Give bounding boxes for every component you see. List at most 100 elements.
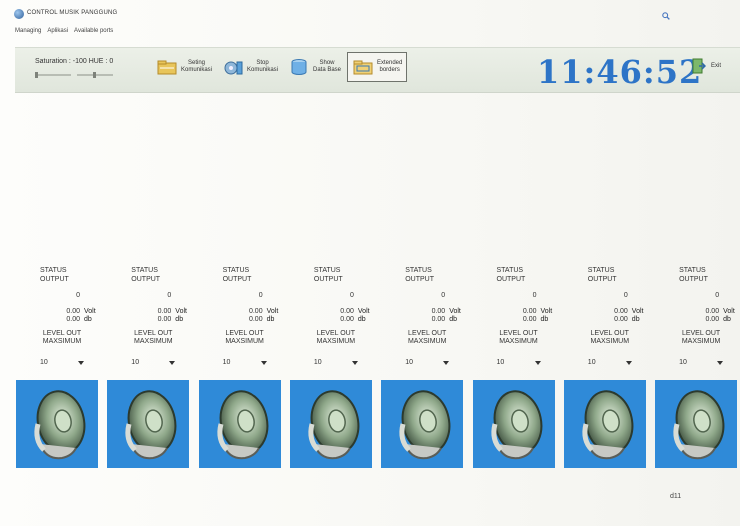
speaker-icon xyxy=(308,390,360,460)
menu-item-managing[interactable]: Managing xyxy=(15,28,41,38)
status-label-line2: OUTPUT xyxy=(131,276,161,283)
level-select[interactable]: 10 xyxy=(28,356,92,369)
status-label-line1: STATUS xyxy=(222,267,250,274)
db-value: 0.00 xyxy=(522,316,537,323)
app-globe-icon xyxy=(14,9,24,19)
level-select-value: 10 xyxy=(222,359,231,366)
search-icon[interactable] xyxy=(662,12,670,20)
speaker-button[interactable] xyxy=(16,380,98,468)
speaker-button[interactable] xyxy=(563,380,646,468)
db-unit: db xyxy=(84,316,92,323)
level-label-line2: MAXSIMUM xyxy=(316,338,356,345)
volt-unit: Volt xyxy=(84,308,96,315)
status-label-line1: STATUS xyxy=(679,267,706,274)
status-label-line2: OUTPUT xyxy=(679,276,708,283)
app-window: CONTROL MUSIK PANGGUNG Managing Aplikasi… xyxy=(0,0,740,526)
level-out-label: LEVEL OUT MAXSIMUM xyxy=(405,330,449,346)
status-label-line1: STATUS xyxy=(313,267,341,274)
volt-value: 0.00 xyxy=(522,308,537,315)
status-output-label: STATUS OUTPUT xyxy=(679,266,708,284)
speaker-button[interactable] xyxy=(655,380,738,468)
level-out-label: LEVEL OUT MAXSIMUM xyxy=(131,330,175,346)
level-select[interactable]: 10 xyxy=(302,356,366,369)
db-value: 0.00 xyxy=(431,316,446,323)
level-label-line2: MAXSIMUM xyxy=(499,338,538,345)
status-label-line1: STATUS xyxy=(405,267,432,274)
seting-komunikasi-label-2: Komunikasi xyxy=(181,67,213,73)
speaker-button[interactable] xyxy=(381,380,464,468)
volt-unit: Volt xyxy=(266,308,279,315)
level-select-value: 10 xyxy=(679,359,687,366)
menu-item-available-ports[interactable]: Available ports xyxy=(74,28,113,38)
level-select[interactable]: 10 xyxy=(119,356,183,369)
level-select-value: 10 xyxy=(587,359,596,366)
speaker-icon xyxy=(673,390,725,460)
level-select[interactable]: 10 xyxy=(393,356,457,369)
db-unit: db xyxy=(357,316,366,323)
level-label-line1: LEVEL OUT xyxy=(316,330,356,337)
status-label-line2: OUTPUT xyxy=(40,276,69,283)
gear-stop-icon xyxy=(222,58,244,76)
level-label-line1: LEVEL OUT xyxy=(590,330,629,337)
db-value: 0.00 xyxy=(66,316,80,323)
level-label-line2: MAXSIMUM xyxy=(225,338,264,345)
speaker-icon xyxy=(125,390,177,460)
status-label-line2: OUTPUT xyxy=(313,276,343,283)
level-select[interactable]: 10 xyxy=(667,356,731,369)
channel-strip-3: STATUS OUTPUT 0 0.00 Volt 0.00 db LEVEL O… xyxy=(198,264,291,470)
speaker-button[interactable] xyxy=(107,380,190,468)
volt-unit: Volt xyxy=(357,308,370,315)
window-title: CONTROL MUSIK PANGGUNG xyxy=(27,10,118,16)
status-label-line1: STATUS xyxy=(587,267,615,274)
status-output-label: STATUS OUTPUT xyxy=(405,266,434,284)
level-out-label: LEVEL OUT MAXSIMUM xyxy=(679,330,723,346)
menu-item-aplikasi[interactable]: Aplikasi xyxy=(47,28,68,38)
saturation-hue-label: Saturation : -100 HUE : 0 xyxy=(35,58,114,65)
channel-strip-1: STATUS OUTPUT 0 0.00 Volt 0.00 db LEVEL O… xyxy=(16,264,108,470)
level-out-label: LEVEL OUT MAXSIMUM xyxy=(223,330,267,346)
speaker-button[interactable] xyxy=(289,380,372,468)
speaker-button[interactable] xyxy=(198,380,281,468)
exit-label: Exit xyxy=(711,63,722,69)
level-select[interactable]: 10 xyxy=(211,356,275,369)
stop-komunikasi-button[interactable]: Stop Komunikasi xyxy=(222,52,278,82)
speaker-icon xyxy=(399,390,451,460)
show-database-label-2: Data Base xyxy=(313,67,342,73)
level-label-line2: MAXSIMUM xyxy=(590,338,630,345)
volt-value: 0.00 xyxy=(340,308,354,315)
channel-strip-6: STATUS OUTPUT 0 0.00 Volt 0.00 db LEVEL O… xyxy=(472,264,565,470)
status-label-line1: STATUS xyxy=(496,267,524,274)
level-select[interactable]: 10 xyxy=(576,356,640,369)
output-value: 0 xyxy=(532,292,537,299)
toolbar: Saturation : -100 HUE : 0 Seting Komunika… xyxy=(15,47,740,93)
hue-slider[interactable] xyxy=(77,72,113,78)
extended-borders-button[interactable]: Extended borders xyxy=(347,52,408,82)
show-database-label-1: Show xyxy=(319,60,335,66)
output-value: 0 xyxy=(715,292,720,299)
volt-unit: Volt xyxy=(723,308,735,315)
status-label-line1: STATUS xyxy=(40,267,67,274)
level-select[interactable]: 10 xyxy=(485,356,549,369)
title-bar: CONTROL MUSIK PANGGUNG xyxy=(0,0,740,24)
status-output-label: STATUS OUTPUT xyxy=(40,266,69,284)
seting-komunikasi-label-1: Seting xyxy=(188,60,206,66)
show-database-button[interactable]: Show Data Base xyxy=(288,52,341,82)
seting-komunikasi-button[interactable]: Seting Komunikasi xyxy=(156,52,212,82)
output-value: 0 xyxy=(349,292,354,299)
database-icon xyxy=(288,58,310,76)
saturation-slider[interactable] xyxy=(35,72,71,78)
chevron-down-icon xyxy=(625,361,632,365)
level-out-label: LEVEL OUT MAXSIMUM xyxy=(314,330,358,346)
status-output-label: STATUS OUTPUT xyxy=(223,266,252,284)
level-label-line2: MAXSIMUM xyxy=(134,338,173,345)
chevron-down-icon xyxy=(169,361,176,365)
status-output-label: STATUS OUTPUT xyxy=(314,266,343,284)
exit-button[interactable]: Exit xyxy=(690,58,721,74)
db-unit: db xyxy=(723,316,731,323)
channel-strip-7: STATUS OUTPUT 0 0.00 Volt 0.00 db LEVEL O… xyxy=(563,264,656,470)
db-value: 0.00 xyxy=(157,316,172,323)
channel-strip-4: STATUS OUTPUT 0 0.00 Volt 0.00 db LEVEL O… xyxy=(289,264,382,470)
speaker-button[interactable] xyxy=(472,380,555,468)
status-label-line2: OUTPUT xyxy=(405,276,434,283)
volt-unit: Volt xyxy=(449,308,461,315)
